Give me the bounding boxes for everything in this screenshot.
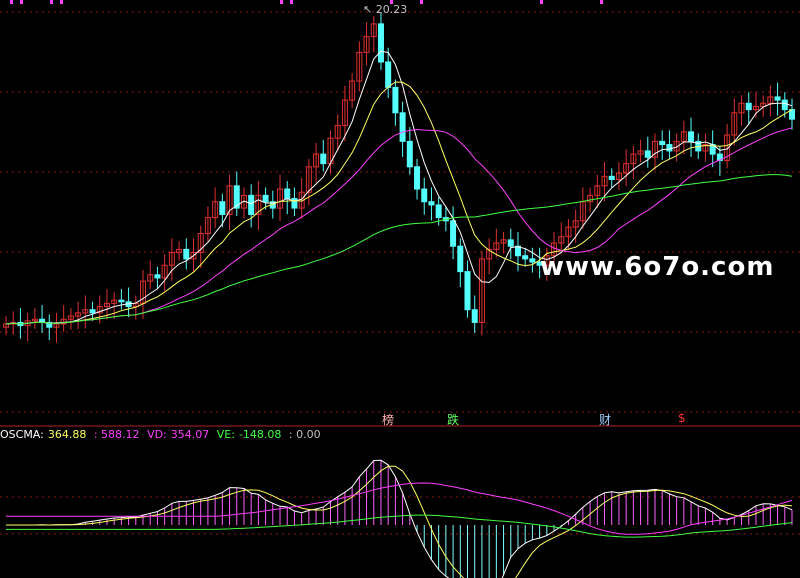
candle-body	[522, 255, 529, 260]
osc-first-value: : 588.12	[93, 428, 140, 441]
candle-body	[89, 309, 96, 314]
top-tick-mark	[20, 0, 23, 4]
top-tick-mark	[60, 0, 63, 4]
ve-label: VE:	[216, 428, 235, 441]
event-marker[interactable]: $	[678, 411, 686, 425]
stock-chart	[0, 0, 800, 578]
candle-body	[435, 204, 442, 219]
candle-body	[154, 274, 161, 279]
candle-body	[118, 299, 125, 303]
watermark: www.6o7o.com	[540, 252, 775, 282]
top-tick-mark	[50, 0, 53, 4]
candle-body	[688, 131, 695, 142]
candle-body	[464, 271, 471, 311]
candle-body	[399, 112, 406, 142]
candle-body	[659, 140, 666, 146]
candle-body	[774, 96, 781, 101]
event-marker[interactable]: 财	[599, 411, 611, 428]
candle-body	[320, 153, 327, 165]
top-tick-mark	[600, 0, 603, 4]
event-marker[interactable]: 跌	[447, 411, 459, 428]
osc-last-value: : 0.00	[288, 428, 321, 441]
ma5-line	[5, 50, 793, 325]
candle-body	[406, 140, 413, 168]
osc-signal-line	[6, 465, 793, 578]
candle-body	[608, 175, 615, 181]
ma10-line	[5, 81, 793, 325]
candle-body	[644, 150, 651, 158]
candle-body	[385, 61, 392, 88]
top-tick-mark	[280, 0, 283, 4]
candle-body	[457, 245, 464, 273]
ve-value: -148.08	[238, 428, 282, 441]
peak-price-label: ↖ 20.23	[363, 3, 407, 16]
candle-body	[421, 188, 428, 203]
candle-body	[471, 309, 478, 323]
event-marker[interactable]: 榜	[382, 411, 394, 428]
indicator-legend: OSCMA: 364.88 : 588.12 VD: 354.07 VE: -148.…	[0, 428, 325, 441]
candle-body	[183, 248, 190, 260]
top-tick-mark	[540, 0, 543, 4]
candle-body	[284, 188, 291, 200]
candle-body	[745, 102, 752, 111]
candle-body	[392, 86, 399, 114]
candle-body	[377, 23, 384, 63]
candle-body	[248, 194, 255, 215]
oscma-label: OSCMA:	[0, 428, 44, 441]
candle-body	[428, 201, 435, 206]
candle-body	[507, 239, 514, 247]
peak-arrow-icon: ↖	[363, 3, 373, 16]
candle-body	[262, 194, 269, 203]
candle-body	[666, 144, 673, 152]
vd-value: 354.07	[170, 428, 210, 441]
candle-body	[414, 166, 421, 190]
top-tick-mark	[290, 0, 293, 4]
candle-body	[781, 99, 788, 111]
peak-price-value: 20.23	[375, 3, 408, 16]
top-tick-mark	[420, 0, 423, 4]
vd-line	[6, 482, 793, 535]
oscma-value: 364.88	[47, 428, 87, 441]
candle-body	[529, 258, 536, 263]
vd-label: VD:	[147, 428, 167, 441]
candle-body	[450, 220, 457, 247]
top-tick-mark	[10, 0, 13, 4]
candle-body	[219, 201, 226, 215]
